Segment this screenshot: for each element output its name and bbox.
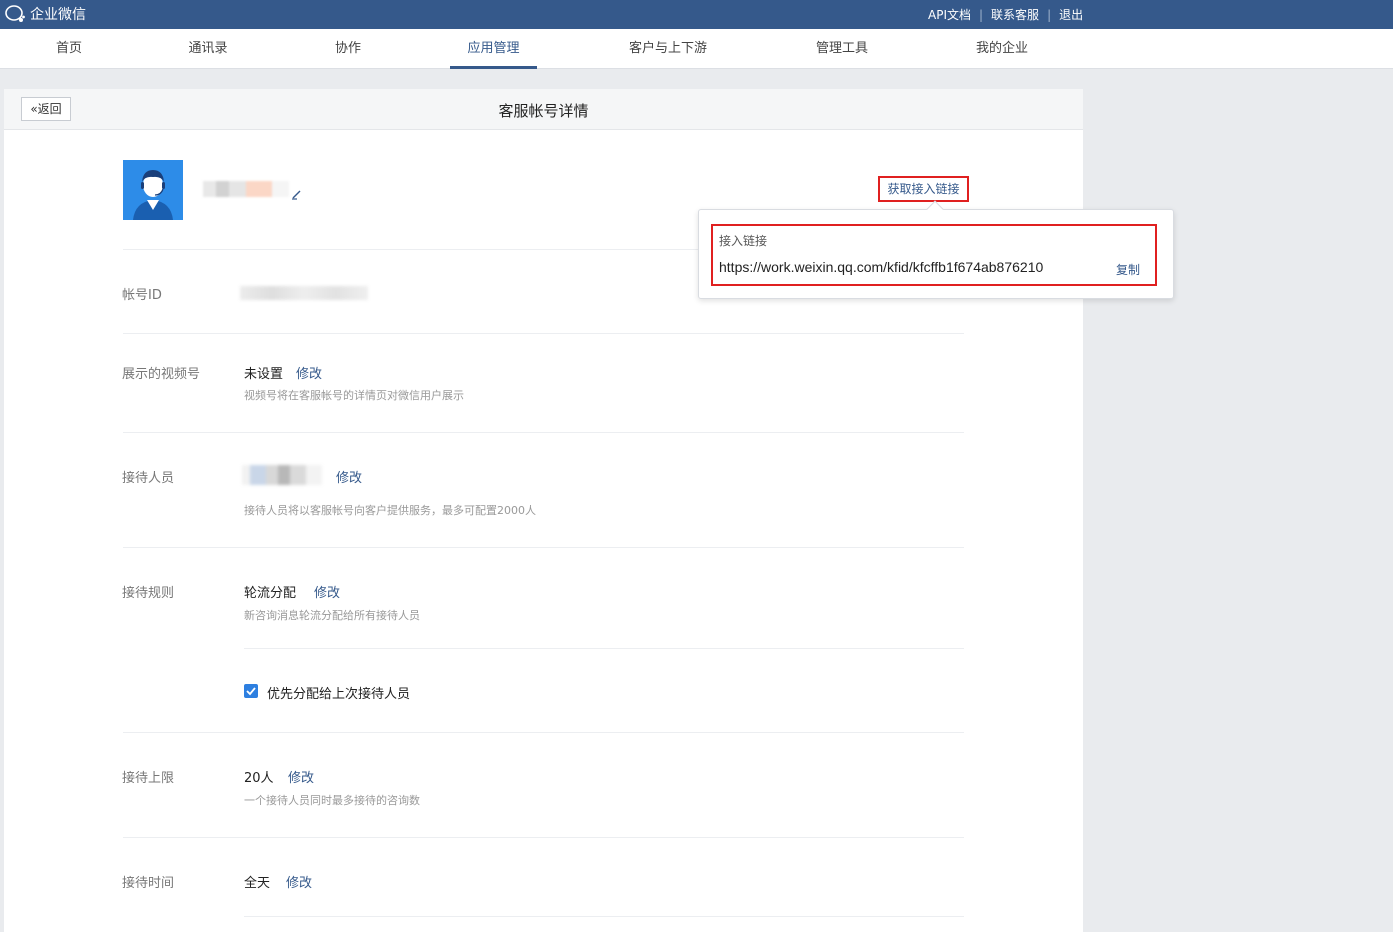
nav-contacts[interactable]: 通讯录 [182, 29, 234, 69]
wecom-logo-icon [5, 5, 25, 22]
account-name-blurred [203, 181, 289, 197]
avatar[interactable] [123, 160, 183, 220]
api-docs-link[interactable]: API文档 [928, 6, 971, 23]
staff-hint: 接待人员将以客服帐号向客户提供服务，最多可配置2000人 [244, 504, 536, 517]
divider: | [1047, 7, 1052, 22]
limit-hint: 一个接待人员同时最多接待的咨询数 [244, 794, 420, 807]
nav-management-tools[interactable]: 管理工具 [808, 29, 876, 69]
account-id-value-blurred [240, 286, 368, 300]
main-nav: 首页 通讯录 协作 应用管理 客户与上下游 管理工具 我的企业 [0, 29, 1393, 69]
channel-hint: 视频号将在客服帐号的详情页对微信用户展示 [244, 389, 464, 402]
divider [123, 432, 964, 433]
nav-home[interactable]: 首页 [50, 29, 88, 69]
divider [244, 916, 964, 917]
rule-value: 轮流分配 [244, 586, 297, 601]
checkmark-icon [246, 687, 256, 696]
limit-label: 接待上限 [122, 771, 175, 786]
limit-value: 20人 [244, 771, 274, 786]
logout-link[interactable]: 退出 [1059, 6, 1083, 23]
rule-hint: 新咨询消息轮流分配给所有接待人员 [244, 609, 420, 622]
divider [123, 333, 964, 334]
prefer-last-staff-checkbox[interactable] [244, 684, 258, 698]
rule-modify-link[interactable]: 修改 [314, 582, 340, 601]
divider [123, 547, 964, 548]
card-header: «返回 客服帐号详情 [4, 89, 1083, 130]
staff-modify-link[interactable]: 修改 [336, 467, 362, 486]
app-name: 企业微信 [30, 7, 86, 23]
divider [123, 837, 964, 838]
pencil-icon[interactable] [291, 188, 303, 200]
nav-collaboration[interactable]: 协作 [328, 29, 368, 69]
access-link-title: 接入链接 [719, 234, 768, 248]
nav-my-enterprise[interactable]: 我的企业 [968, 29, 1036, 69]
prefer-last-staff-label: 优先分配给上次接待人员 [267, 687, 411, 702]
access-link-url[interactable]: https://work.weixin.qq.com/kfid/kfcffb1f… [719, 259, 1043, 275]
channel-modify-link[interactable]: 修改 [296, 363, 322, 382]
time-value: 全天 [244, 876, 271, 891]
divider: | [979, 7, 984, 22]
app-logo[interactable]: 企业微信 [4, 4, 86, 24]
staff-label: 接待人员 [122, 471, 175, 486]
nav-app-management[interactable]: 应用管理 [450, 29, 537, 69]
channel-value: 未设置 [244, 367, 284, 382]
limit-modify-link[interactable]: 修改 [288, 767, 314, 786]
time-modify-link[interactable]: 修改 [286, 872, 312, 891]
agent-avatar-icon [133, 170, 173, 220]
copy-link-button[interactable]: 复制 [1116, 261, 1140, 278]
page-title: 客服帐号详情 [498, 102, 589, 120]
divider [244, 648, 964, 649]
access-link-highlight [711, 224, 1157, 286]
top-links: API文档 | 联系客服 | 退出 [928, 6, 1083, 23]
contact-support-link[interactable]: 联系客服 [991, 6, 1039, 23]
divider [123, 732, 964, 733]
account-id-label: 帐号ID [122, 288, 162, 303]
top-bar: 企业微信 API文档 | 联系客服 | 退出 [0, 0, 1393, 29]
get-access-link-button[interactable]: 获取接入链接 [878, 176, 969, 202]
time-label: 接待时间 [122, 876, 175, 891]
staff-avatars-blurred [242, 465, 322, 485]
nav-customers[interactable]: 客户与上下游 [620, 29, 716, 69]
channel-label: 展示的视频号 [122, 367, 201, 382]
rule-label: 接待规则 [122, 586, 175, 601]
